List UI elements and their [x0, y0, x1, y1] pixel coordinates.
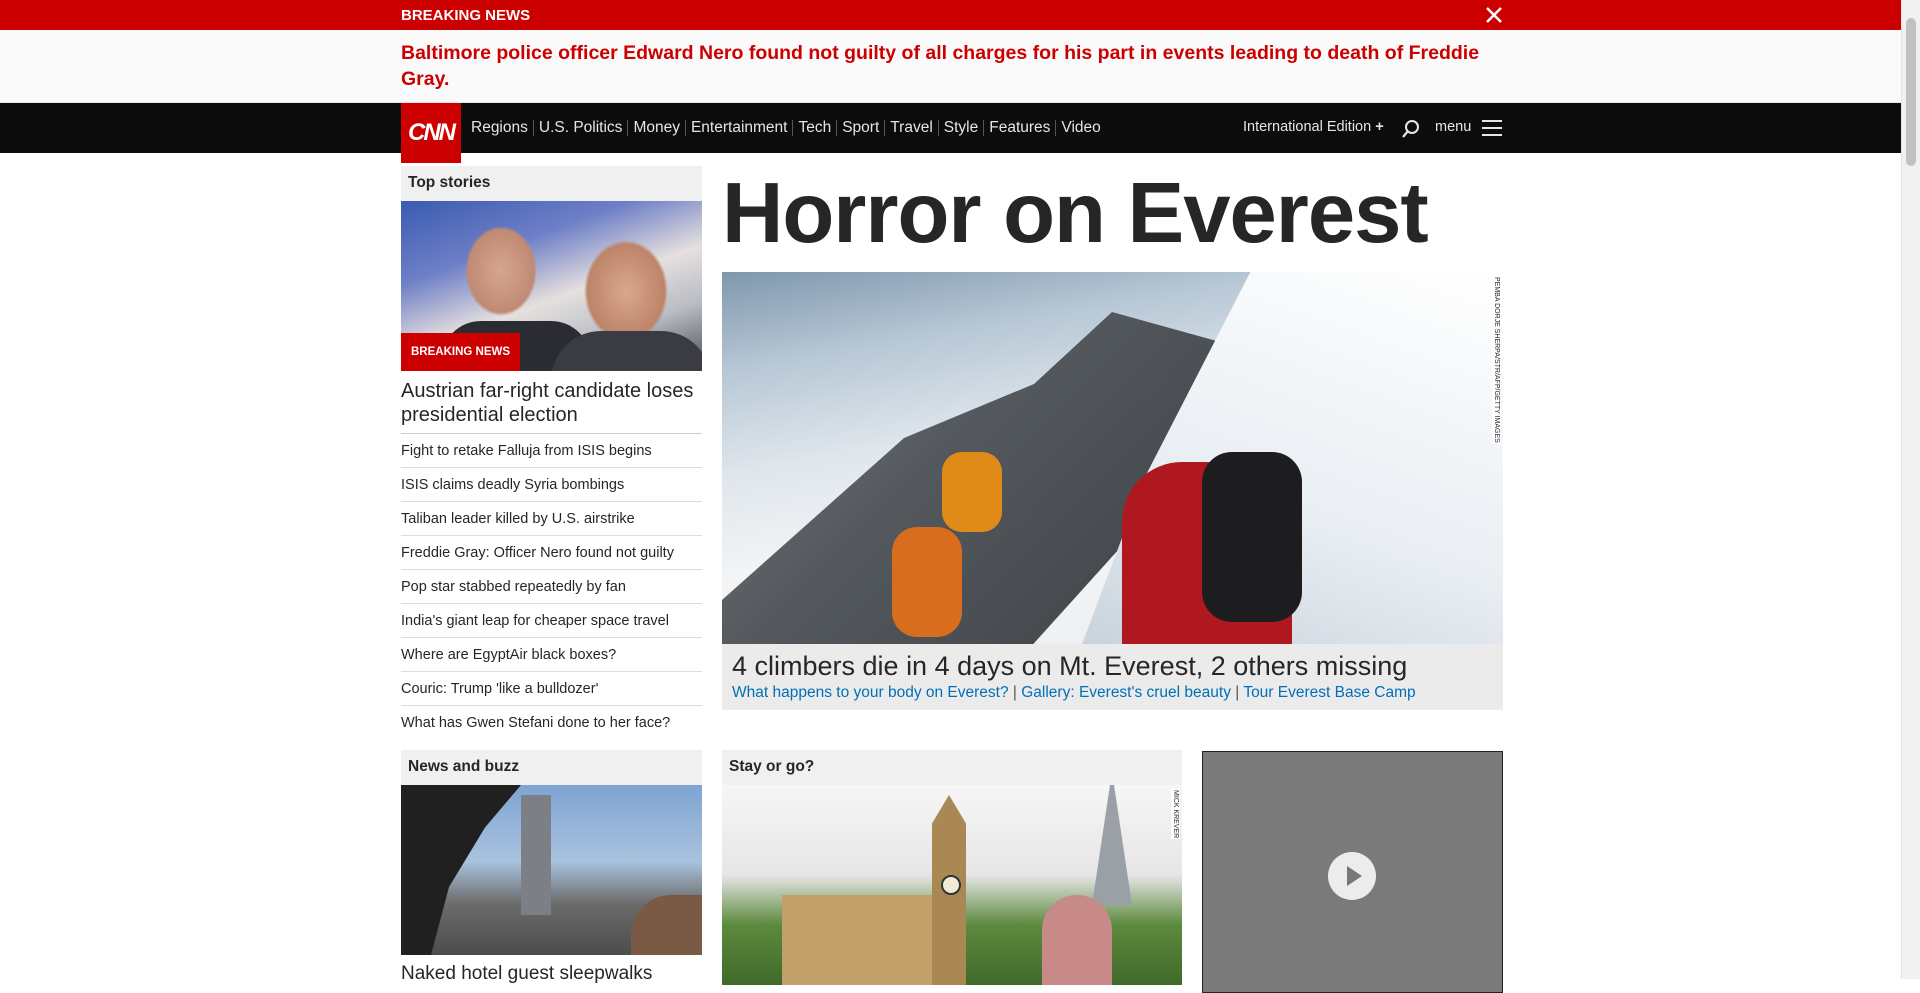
top-stories-image[interactable]: BREAKING NEWS: [401, 201, 702, 371]
list-item[interactable]: Pop star stabbed repeatedly by fan: [401, 570, 702, 604]
play-icon[interactable]: [1328, 852, 1376, 900]
news-and-buzz-header: News and buzz: [401, 750, 702, 785]
edition-label: International Edition: [1243, 119, 1372, 135]
stay-or-go-section: Stay or go? MICK KREVER: [722, 750, 1182, 985]
nav-item-tech[interactable]: Tech: [792, 120, 836, 136]
top-stories-column: Top stories BREAKING NEWS Austrian far-r…: [401, 166, 702, 739]
stay-or-go-header: Stay or go?: [722, 750, 1182, 785]
main-nav: CNN Regions U.S. Politics Money Entertai…: [0, 103, 1902, 163]
nav-item-regions[interactable]: Regions: [471, 120, 533, 136]
breaking-news-bar: BREAKING NEWS: [0, 0, 1902, 30]
top-stories-list: Fight to retake Falluja from ISIS begins…: [401, 434, 702, 739]
nav-item-travel[interactable]: Travel: [884, 120, 938, 136]
related-link-base-camp[interactable]: Tour Everest Base Camp: [1243, 684, 1415, 701]
list-item[interactable]: What has Gwen Stefani done to her face?: [401, 706, 702, 739]
breaking-news-strip: Baltimore police officer Edward Nero fou…: [0, 30, 1902, 103]
list-item[interactable]: India's giant leap for cheaper space tra…: [401, 604, 702, 638]
hero-related-links: What happens to your body on Everest? | …: [732, 684, 1416, 702]
link-separator: |: [1008, 684, 1022, 701]
nav-item-money[interactable]: Money: [627, 120, 685, 136]
related-link-body[interactable]: What happens to your body on Everest?: [732, 684, 1009, 701]
page: BREAKING NEWS Baltimore police officer E…: [0, 0, 1902, 993]
nav-item-sport[interactable]: Sport: [836, 120, 884, 136]
nav-item-video[interactable]: Video: [1055, 120, 1105, 136]
cnn-logo[interactable]: CNN: [401, 103, 461, 163]
news-buzz-image[interactable]: [401, 785, 702, 955]
photo-credit: PEMBA DORJE SHERPA/STR/AFP/GETTY IMAGES: [1492, 276, 1501, 444]
hamburger-icon[interactable]: [1482, 120, 1502, 136]
scrollbar[interactable]: [1901, 0, 1920, 979]
hero-title[interactable]: Horror on Everest: [722, 166, 1429, 262]
photo-credit: MICK KREVER: [1171, 789, 1180, 840]
nav-item-features[interactable]: Features: [983, 120, 1055, 136]
breaking-news-tag: BREAKING NEWS: [401, 333, 521, 371]
hero-image[interactable]: PEMBA DORJE SHERPA/STR/AFP/GETTY IMAGES: [722, 272, 1503, 644]
hero-caption: 4 climbers die in 4 days on Mt. Everest,…: [722, 644, 1503, 710]
video-player[interactable]: [1202, 751, 1503, 993]
list-item[interactable]: Couric: Trump 'like a bulldozer': [401, 672, 702, 706]
related-link-gallery[interactable]: Gallery: Everest's cruel beauty: [1021, 684, 1231, 701]
nav-item-entertainment[interactable]: Entertainment: [684, 120, 793, 136]
menu-label[interactable]: menu: [1435, 119, 1471, 135]
list-item[interactable]: Freddie Gray: Officer Nero found not gui…: [401, 536, 702, 570]
top-stories-header: Top stories: [401, 166, 702, 201]
list-item[interactable]: ISIS claims deadly Syria bombings: [401, 468, 702, 502]
plus-icon: +: [1375, 119, 1384, 135]
list-item[interactable]: Taliban leader killed by U.S. airstrike: [401, 502, 702, 536]
news-buzz-headline[interactable]: Naked hotel guest sleepwalks: [401, 955, 702, 985]
nav-menu: Regions U.S. Politics Money Entertainmen…: [471, 103, 1106, 153]
breaking-news-headline[interactable]: Baltimore police officer Edward Nero fou…: [401, 40, 1501, 92]
scrollbar-thumb[interactable]: [1906, 18, 1916, 166]
list-item[interactable]: Where are EgyptAir black boxes?: [401, 638, 702, 672]
list-item[interactable]: Fight to retake Falluja from ISIS begins: [401, 434, 702, 468]
search-icon[interactable]: [1400, 118, 1422, 140]
hero-headline[interactable]: 4 climbers die in 4 days on Mt. Everest,…: [732, 651, 1407, 682]
link-separator: |: [1230, 684, 1244, 701]
nav-item-us-politics[interactable]: U.S. Politics: [532, 120, 628, 136]
nav-item-style[interactable]: Style: [937, 120, 983, 136]
edition-selector[interactable]: International Edition +: [1243, 119, 1384, 135]
close-icon[interactable]: [1482, 3, 1506, 27]
news-and-buzz-section: News and buzz Naked hotel guest sleepwal…: [401, 750, 702, 985]
top-story-lead[interactable]: Austrian far-right candidate loses presi…: [401, 371, 702, 434]
breaking-news-label: BREAKING NEWS: [401, 7, 531, 24]
stay-or-go-image[interactable]: MICK KREVER: [722, 785, 1182, 985]
